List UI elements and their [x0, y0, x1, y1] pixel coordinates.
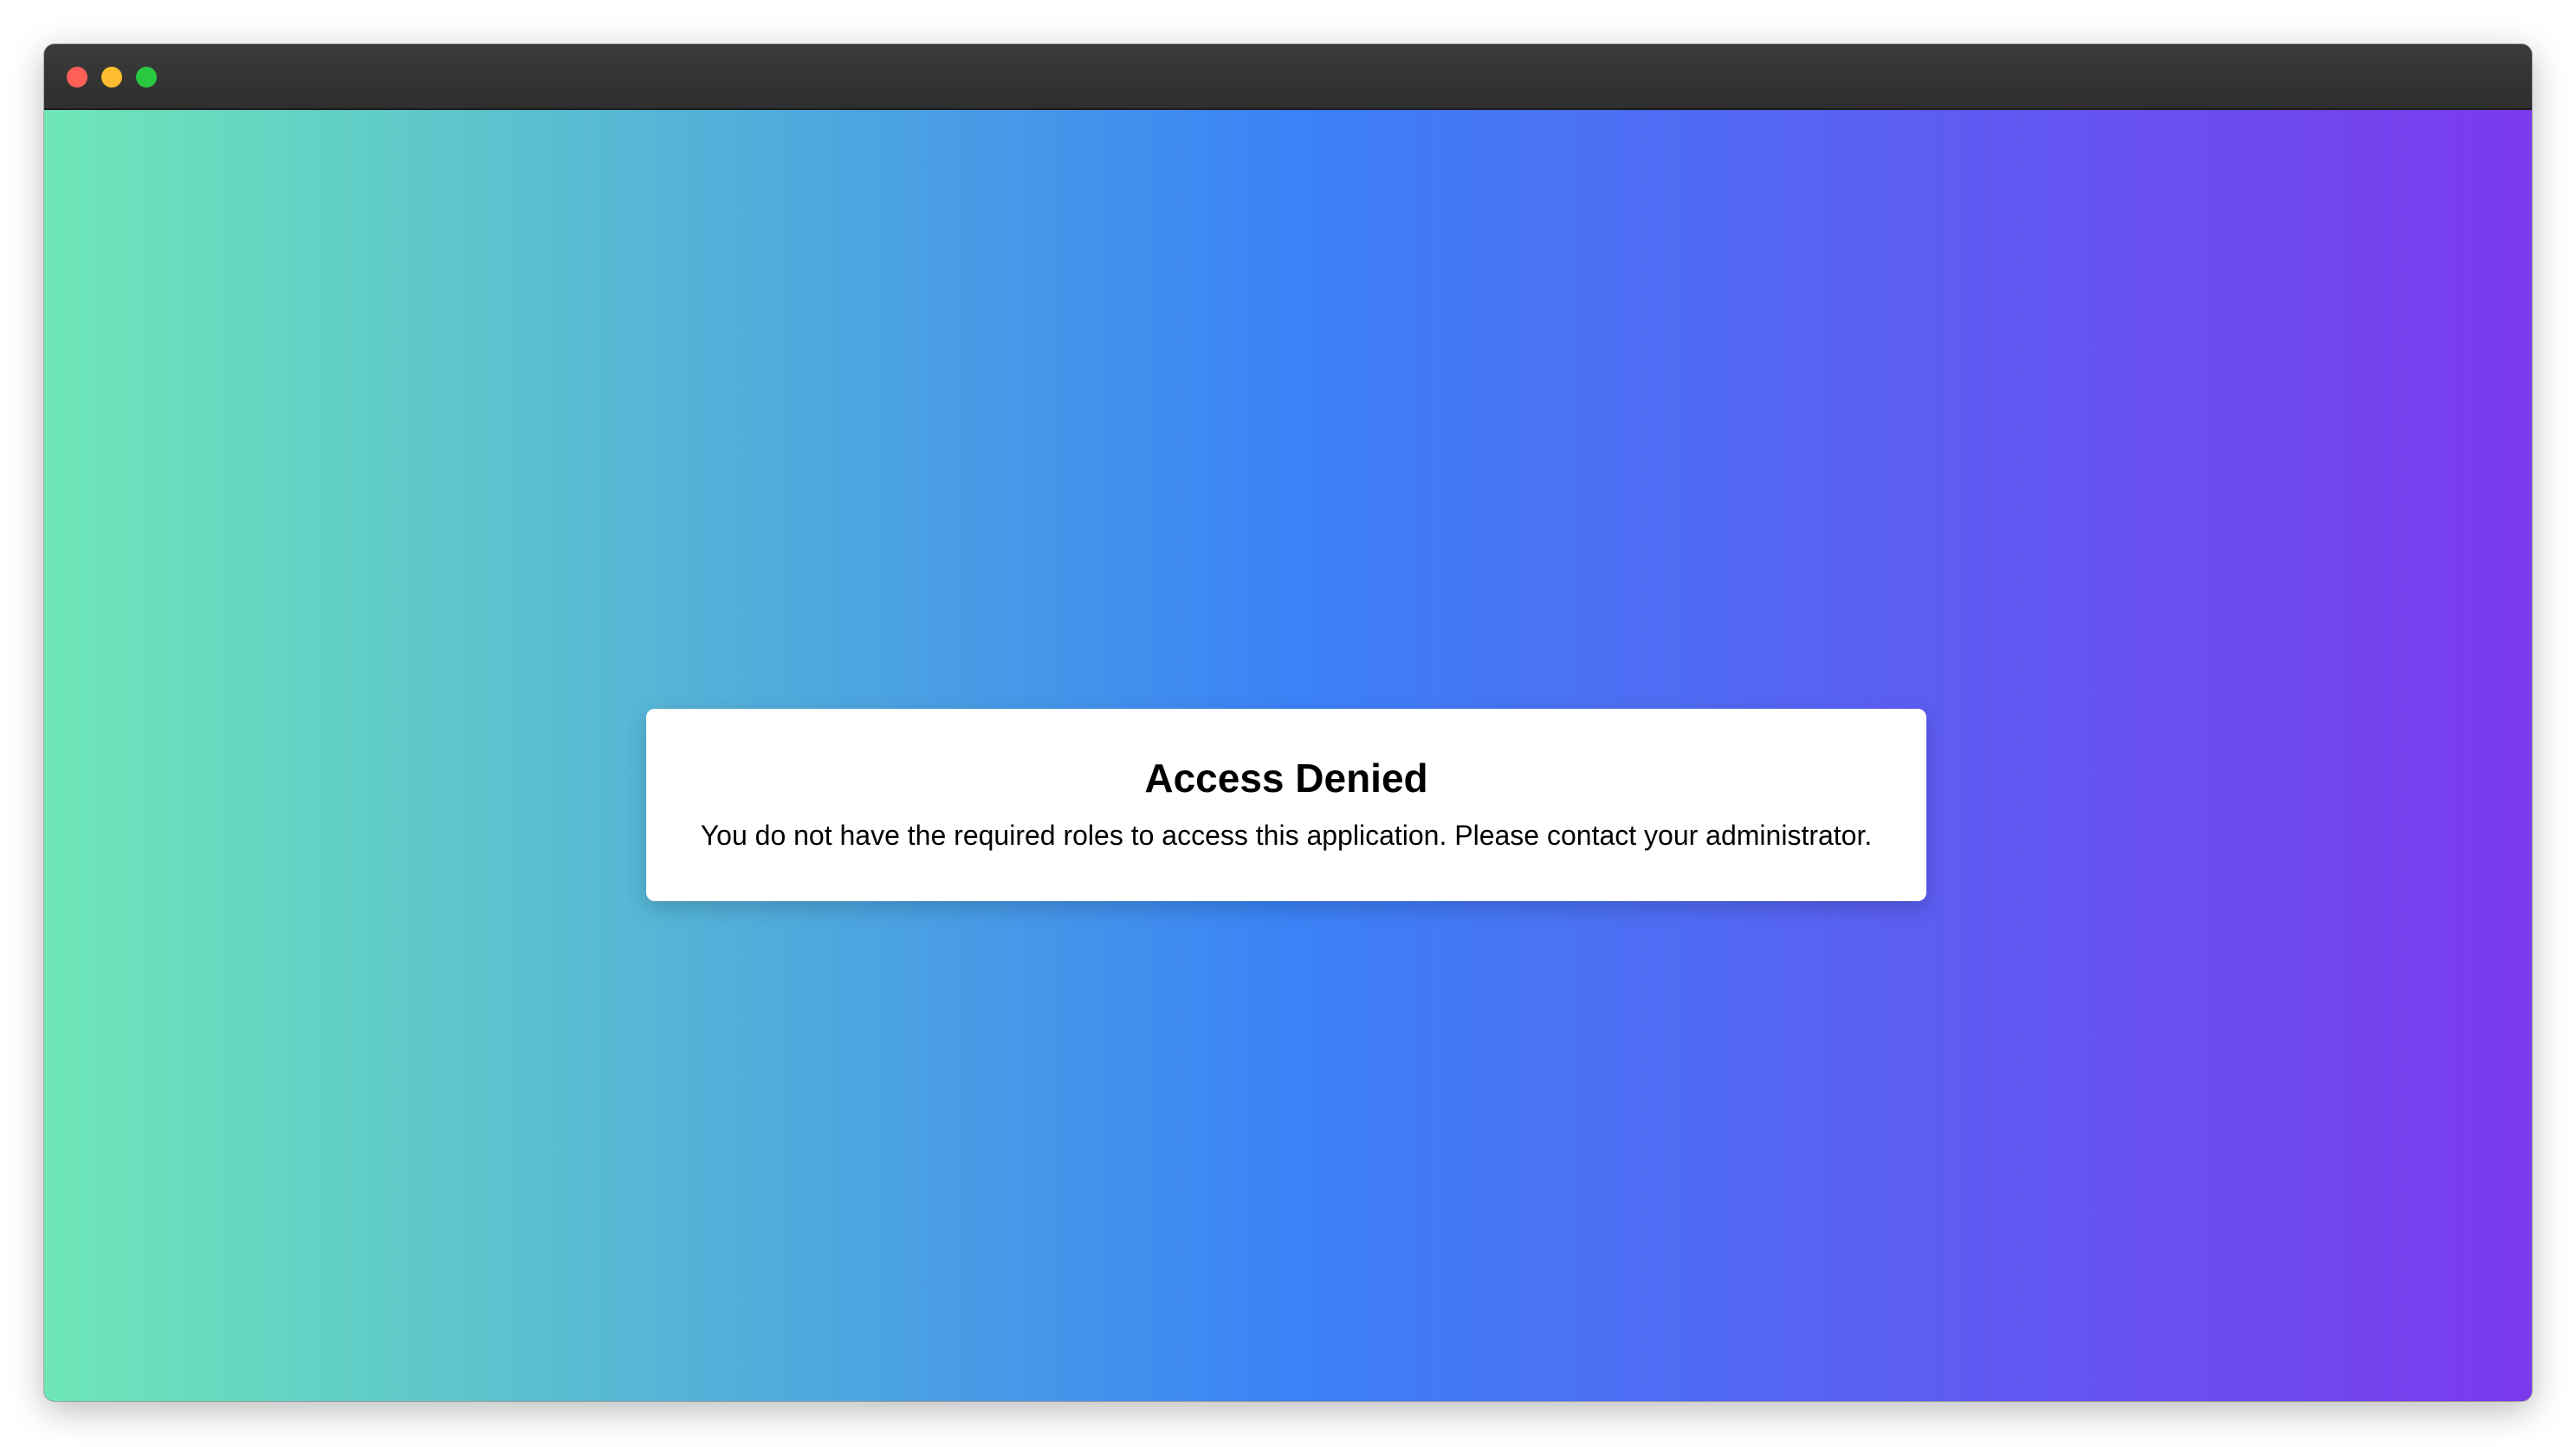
- browser-window: Access Denied You do not have the requir…: [44, 44, 2532, 1401]
- maximize-window-button[interactable]: [136, 67, 157, 88]
- minimize-window-button[interactable]: [101, 67, 122, 88]
- dialog-title: Access Denied: [1144, 756, 1428, 801]
- dialog-message: You do not have the required roles to ac…: [700, 820, 1873, 851]
- close-window-button[interactable]: [67, 67, 87, 88]
- access-denied-card: Access Denied You do not have the requir…: [646, 709, 1926, 901]
- window-titlebar: [44, 44, 2532, 110]
- page-background: Access Denied You do not have the requir…: [44, 110, 2532, 1401]
